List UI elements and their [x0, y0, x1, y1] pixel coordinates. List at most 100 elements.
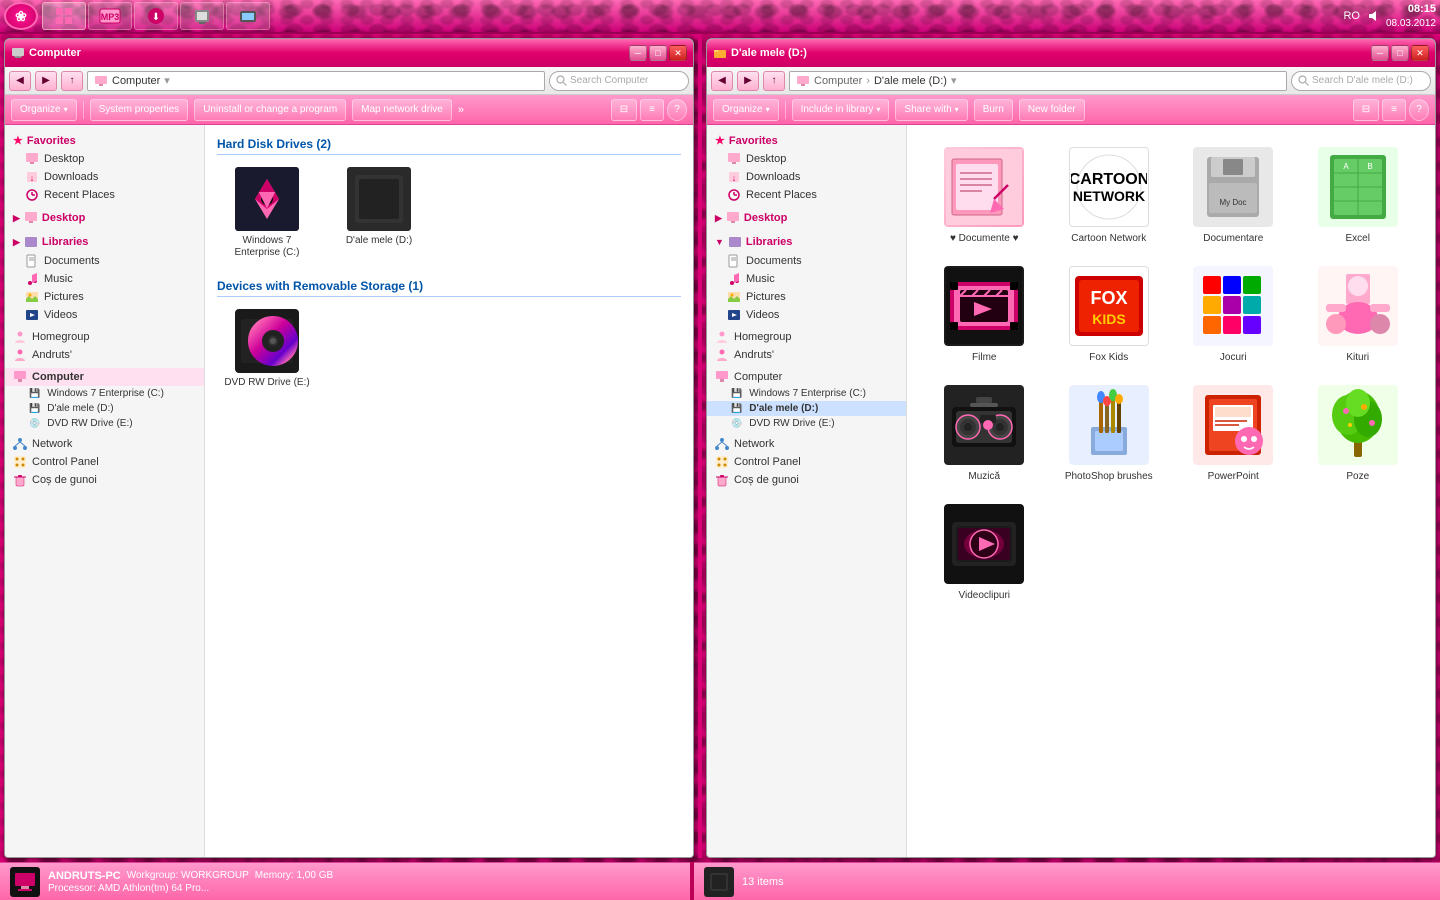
sidebar-item-computer-right[interactable]: Computer [707, 368, 906, 386]
sidebar-item-desktop-right[interactable]: Desktop [707, 150, 906, 168]
taskbar-app-5[interactable] [226, 2, 270, 30]
up-button-right[interactable]: ↑ [763, 71, 785, 91]
folder-documente[interactable]: ♥ Documente ♥ [927, 141, 1042, 250]
minimize-button-right[interactable]: ─ [1371, 45, 1389, 61]
sidebar-item-music-left[interactable]: Music [5, 270, 204, 288]
sidebar-favorites-header-right[interactable]: ★ Favorites [707, 131, 906, 150]
sidebar-item-pictures-left[interactable]: Pictures [5, 288, 204, 306]
forward-button-right[interactable]: ▶ [737, 71, 759, 91]
taskbar-app-4[interactable] [180, 2, 224, 30]
folder-foxkids[interactable]: FOX KIDS Fox Kids [1052, 260, 1167, 369]
up-button-left[interactable]: ↑ [61, 71, 83, 91]
view-details-right[interactable]: ≡ [1382, 99, 1406, 121]
include-library-button[interactable]: Include in library ▾ [792, 99, 890, 121]
drive-d-icon [347, 167, 411, 231]
folder-name-powerpoint: PowerPoint [1208, 471, 1259, 482]
new-folder-button[interactable]: New folder [1019, 99, 1085, 121]
start-button[interactable]: ❀ [4, 2, 38, 30]
folder-cn[interactable]: CARTOON NETWORK Cartoon Network [1052, 141, 1167, 250]
desktop-icon-left [25, 152, 39, 166]
address-pill-right[interactable]: Computer › D'ale mele (D:) ▾ [789, 71, 1287, 91]
close-button-left[interactable]: ✕ [669, 45, 687, 61]
folder-videoclipuri[interactable]: Videoclipuri [927, 498, 1042, 607]
sidebar-item-andruts-right[interactable]: Andruts' [707, 346, 906, 364]
back-button-left[interactable]: ◀ [9, 71, 31, 91]
organize-button-right[interactable]: Organize ▾ [713, 99, 779, 121]
sidebar-item-network-left[interactable]: Network [5, 435, 204, 453]
map-network-button[interactable]: Map network drive [352, 99, 452, 121]
sidebar-item-computer-left[interactable]: Computer [5, 368, 204, 386]
minimize-button-left[interactable]: ─ [629, 45, 647, 61]
sidebar-libraries-header-left[interactable]: ▶ Libraries [5, 232, 204, 252]
maximize-button-left[interactable]: □ [649, 45, 667, 61]
sidebar-item-videos-right[interactable]: Videos [707, 306, 906, 324]
help-button-left[interactable]: ? [667, 99, 687, 121]
sidebar-item-win7-left[interactable]: 💾 Windows 7 Enterprise (C:) [5, 386, 204, 401]
drive-dvd[interactable]: DVD RW Drive (E:) [217, 305, 317, 393]
sidebar-item-trash-left[interactable]: Coș de gunoi [5, 471, 204, 489]
taskbar-app-3[interactable]: ⬇ [134, 2, 178, 30]
sidebar-desktop2-header-right[interactable]: ▶ Desktop [707, 208, 906, 228]
sidebar-item-dvd-left[interactable]: 💿 DVD RW Drive (E:) [5, 416, 204, 431]
folder-kituri[interactable]: Kituri [1301, 260, 1416, 369]
view-toggle-left[interactable]: ⊟ [611, 99, 637, 121]
search-box-left[interactable]: Search Computer [549, 71, 689, 91]
sidebar-item-videos-left[interactable]: Videos [5, 306, 204, 324]
sidebar-item-dvd-right[interactable]: 💿 DVD RW Drive (E:) [707, 416, 906, 431]
sidebar-item-documents-left[interactable]: Documents [5, 252, 204, 270]
folder-filme[interactable]: Filme [927, 260, 1042, 369]
sidebar-item-music-right[interactable]: Music [707, 270, 906, 288]
address-pill-left[interactable]: Computer ▾ [87, 71, 545, 91]
organize-button-left[interactable]: Organize ▾ [11, 99, 77, 121]
drive-c[interactable]: Windows 7 Enterprise (C:) [217, 163, 317, 263]
sidebar-item-trash-right[interactable]: Coș de gunoi [707, 471, 906, 489]
drive-d[interactable]: D'ale mele (D:) [329, 163, 429, 263]
folder-excel[interactable]: A B Excel [1301, 141, 1416, 250]
uninstall-button[interactable]: Uninstall or change a program [194, 99, 346, 121]
sidebar-item-dale-right[interactable]: 💾 D'ale mele (D:) [707, 401, 906, 416]
sidebar-item-desktop-left[interactable]: Desktop [5, 150, 204, 168]
sidebar-desktop-header-left[interactable]: ▶ Desktop [5, 208, 204, 228]
folder-powerpoint[interactable]: PowerPoint [1176, 379, 1291, 488]
taskbar-app-1[interactable] [42, 2, 86, 30]
sidebar-item-dale-left[interactable]: 💾 D'ale mele (D:) [5, 401, 204, 416]
forward-button-left[interactable]: ▶ [35, 71, 57, 91]
sidebar-item-documents-right[interactable]: Documents [707, 252, 906, 270]
folder-name-photoshop: PhotoShop brushes [1065, 471, 1153, 482]
sidebar-item-controlpanel-right[interactable]: Control Panel [707, 453, 906, 471]
burn-button[interactable]: Burn [974, 99, 1013, 121]
folder-muzica[interactable]: Muzică [927, 379, 1042, 488]
share-with-button[interactable]: Share with ▾ [895, 99, 967, 121]
star-icon-left: ★ [13, 134, 23, 147]
folder-poze[interactable]: Poze [1301, 379, 1416, 488]
back-button-right[interactable]: ◀ [711, 71, 733, 91]
sidebar-item-recent-left[interactable]: Recent Places [5, 186, 204, 204]
view-toggle-right[interactable]: ⊟ [1353, 99, 1379, 121]
status-bars-container: ANDRUTS-PC Workgroup: WORKGROUP Memory: … [0, 862, 1440, 900]
desktop-folder-icon-left [24, 211, 38, 225]
sidebar-item-homegroup-right[interactable]: Homegroup [707, 328, 906, 346]
folder-jocuri[interactable]: Jocuri [1176, 260, 1291, 369]
sidebar-item-network-right[interactable]: Network [707, 435, 906, 453]
folder-documentare[interactable]: My Doc Documentare [1176, 141, 1291, 250]
sidebar-item-recent-right[interactable]: Recent Places [707, 186, 906, 204]
speaker-icon [1366, 9, 1380, 23]
main-pane-right: ♥ Documente ♥ CARTOON NETWORK Ca [907, 125, 1435, 857]
sidebar-item-win7-right[interactable]: 💾 Windows 7 Enterprise (C:) [707, 386, 906, 401]
help-button-right[interactable]: ? [1409, 99, 1429, 121]
sidebar-item-controlpanel-left[interactable]: Control Panel [5, 453, 204, 471]
view-details-left[interactable]: ≡ [640, 99, 664, 121]
sidebar-favorites-header-left[interactable]: ★ Favorites [5, 131, 204, 150]
search-box-right[interactable]: Search D'ale mele (D:) [1291, 71, 1431, 91]
sidebar-libraries-header-right[interactable]: ▼ Libraries [707, 232, 906, 252]
maximize-button-right[interactable]: □ [1391, 45, 1409, 61]
system-props-button[interactable]: System properties [90, 99, 189, 121]
sidebar-item-homegroup-left[interactable]: Homegroup [5, 328, 204, 346]
sidebar-item-pictures-right[interactable]: Pictures [707, 288, 906, 306]
sidebar-item-downloads-right[interactable]: ↓ Downloads [707, 168, 906, 186]
sidebar-item-andruts-left[interactable]: Andruts' [5, 346, 204, 364]
folder-photoshop[interactable]: PhotoShop brushes [1052, 379, 1167, 488]
close-button-right[interactable]: ✕ [1411, 45, 1429, 61]
sidebar-item-downloads-left[interactable]: ↓ Downloads [5, 168, 204, 186]
taskbar-app-2[interactable]: MP3 [88, 2, 132, 30]
